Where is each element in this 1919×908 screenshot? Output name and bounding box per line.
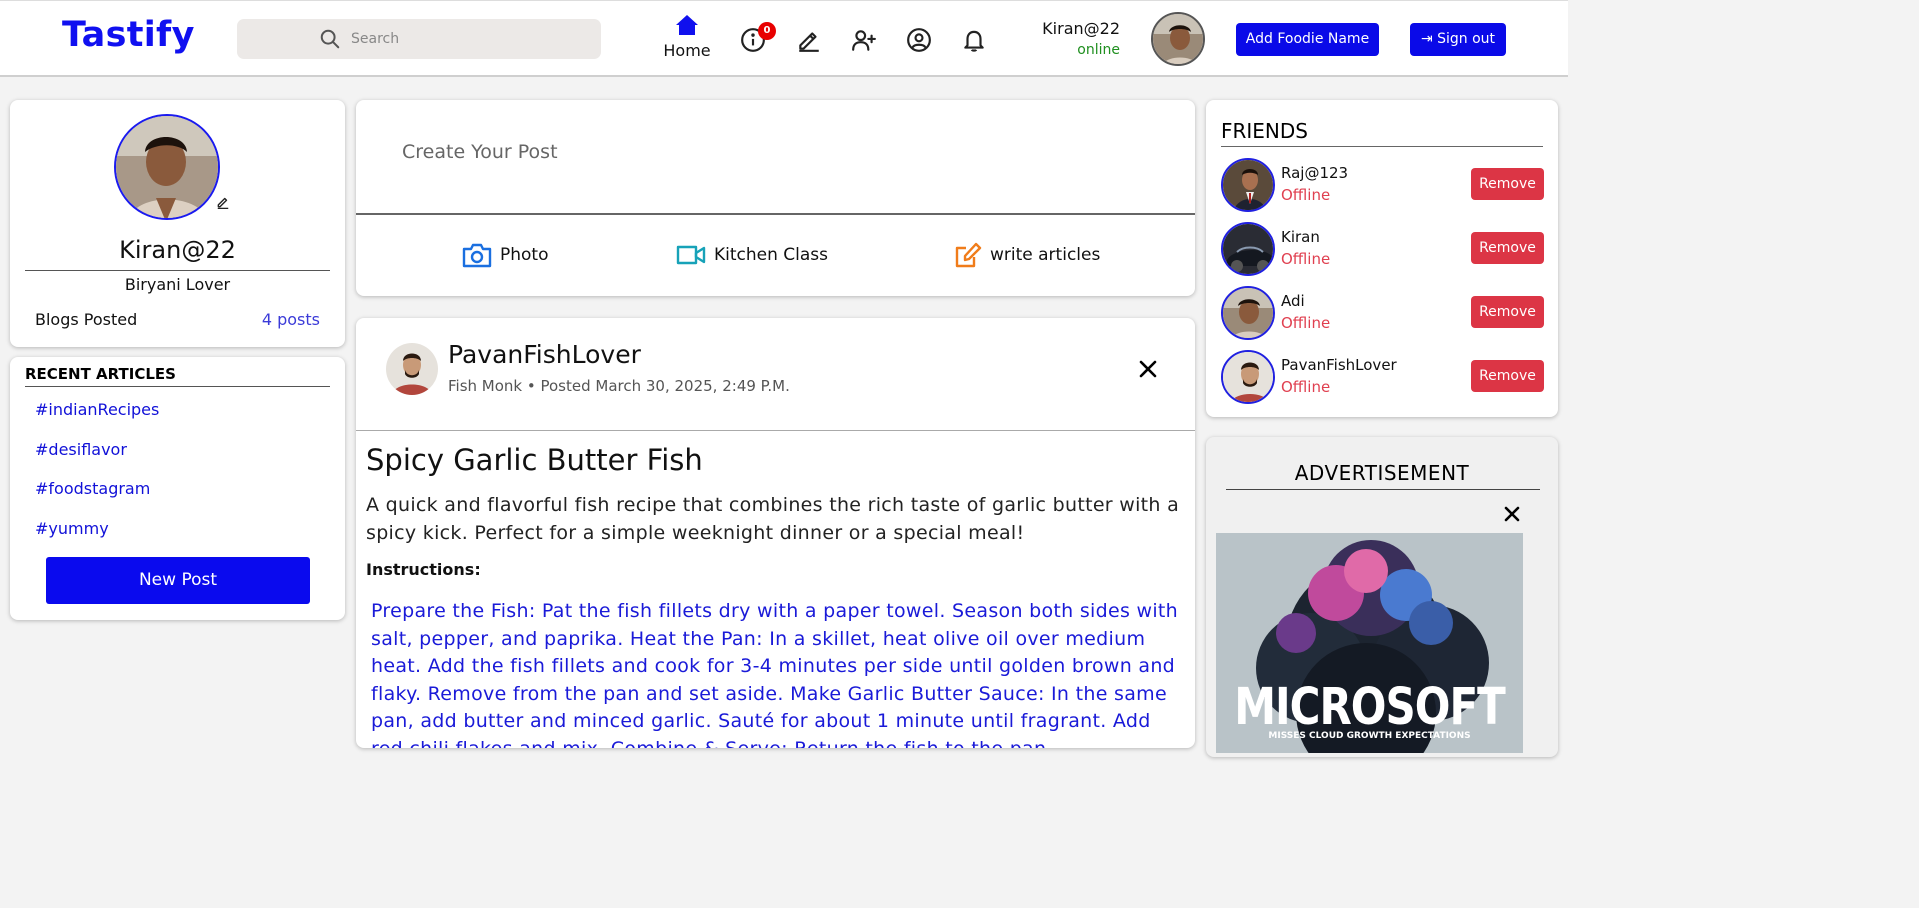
create-post-input[interactable]: Create Your Post <box>402 141 558 163</box>
create-post-divider <box>356 213 1195 215</box>
friend-avatar[interactable] <box>1221 158 1275 212</box>
search-bar[interactable] <box>237 19 601 59</box>
home-icon <box>676 15 698 35</box>
friend-status: Offline <box>1281 250 1331 268</box>
video-icon <box>676 245 706 265</box>
friends-title: FRIENDS <box>1221 119 1308 143</box>
close-icon[interactable] <box>1137 358 1159 380</box>
avatar[interactable] <box>1151 12 1205 66</box>
top-navbar: Tastify Home 0 Kiran@22 online Add Foodi… <box>0 0 1568 77</box>
friends-card: FRIENDS Raj@123 Offline Remove Kiran Off… <box>1206 100 1558 417</box>
friend-avatar[interactable] <box>1221 222 1275 276</box>
friend-item: PavanFishLover Offline Remove <box>1221 350 1544 406</box>
profile-divider <box>25 270 330 271</box>
friend-name: Raj@123 <box>1281 164 1349 182</box>
instructions-text: Prepare the Fish: Pat the fish fillets d… <box>371 600 1179 748</box>
recent-articles-title: RECENT ARTICLES <box>25 365 176 383</box>
search-icon <box>320 29 340 49</box>
remove-friend-button[interactable]: Remove <box>1471 168 1544 200</box>
friend-status: Offline <box>1281 186 1331 204</box>
friend-item: Kiran Offline Remove <box>1221 222 1544 278</box>
post-description: A quick and flavorful fish recipe that c… <box>366 494 1180 544</box>
profile-name: Kiran@22 <box>119 236 236 264</box>
sign-out-label: Sign out <box>1437 31 1496 47</box>
notification-badge: 0 <box>758 22 776 40</box>
profile-tagline: Biryani Lover <box>124 275 231 294</box>
bell-icon[interactable] <box>961 27 987 53</box>
edit-icon <box>955 242 982 268</box>
article-tag-link[interactable]: #yummy <box>35 519 109 538</box>
posts-count-link[interactable]: 4 posts <box>262 310 320 329</box>
advertisement-subline: MISSES CLOUD GROWTH EXPECTATIONS <box>1268 731 1471 741</box>
recent-articles-card: RECENT ARTICLES #indianRecipes #desiflav… <box>10 357 345 620</box>
advertisement-headline: MICROSOFT <box>1234 677 1506 736</box>
kitchen-class-action-label: Kitchen Class <box>714 245 829 265</box>
current-user-status: online <box>1077 42 1120 58</box>
kitchen-class-action[interactable]: Kitchen Class <box>676 240 828 270</box>
sign-out-icon: ⇥ <box>1420 31 1433 47</box>
friend-avatar[interactable] <box>1221 286 1275 340</box>
advertisement-image[interactable]: MICROSOFT MISSES CLOUD GROWTH EXPECTATIO… <box>1216 533 1523 753</box>
friend-name: Kiran <box>1281 228 1320 246</box>
post-author-name[interactable]: PavanFishLover <box>448 340 641 369</box>
recent-articles-divider <box>25 386 330 387</box>
article-tag-link[interactable]: #foodstagram <box>35 479 150 498</box>
search-input[interactable] <box>351 19 581 59</box>
post-divider <box>356 430 1195 431</box>
photo-action-label: Photo <box>500 245 549 265</box>
edit-avatar-icon[interactable] <box>216 195 230 209</box>
profile-avatar[interactable] <box>114 114 220 220</box>
post-card: PavanFishLover Fish Monk • Posted March … <box>356 318 1195 748</box>
remove-friend-button[interactable]: Remove <box>1471 296 1544 328</box>
advertisement-card: ADVERTISEMENT MICROSOFT MISSES CLOUD GRO… <box>1206 437 1558 757</box>
blogs-posted-label: Blogs Posted <box>35 310 138 329</box>
new-post-button[interactable]: New Post <box>46 557 310 604</box>
friend-status: Offline <box>1281 314 1331 332</box>
profile-icon[interactable] <box>906 27 932 53</box>
profile-card: Kiran@22 Biryani Lover Blogs Posted 4 po… <box>10 100 345 347</box>
add-foodie-button[interactable]: Add Foodie Name <box>1236 23 1379 56</box>
post-meta: Fish Monk • Posted March 30, 2025, 2:49 … <box>448 377 790 395</box>
add-friend-icon[interactable] <box>851 27 877 53</box>
sign-out-button[interactable]: ⇥ Sign out <box>1410 23 1506 56</box>
friend-item: Adi Offline Remove <box>1221 286 1544 342</box>
remove-friend-button[interactable]: Remove <box>1471 232 1544 264</box>
camera-icon <box>462 243 492 268</box>
photo-action[interactable]: Photo <box>462 240 549 270</box>
write-articles-action-label: write articles <box>990 245 1101 265</box>
create-post-card: Create Your Post Photo Kitchen Class wri… <box>356 100 1195 296</box>
post-author-avatar[interactable] <box>386 343 438 395</box>
friend-name: Adi <box>1281 292 1305 310</box>
friend-status: Offline <box>1281 378 1331 396</box>
brand-logo[interactable]: Tastify <box>62 15 195 55</box>
advertisement-divider <box>1226 489 1540 490</box>
pencil-icon[interactable] <box>796 27 822 53</box>
remove-friend-button[interactable]: Remove <box>1471 360 1544 392</box>
advertisement-title: ADVERTISEMENT <box>1294 461 1470 485</box>
friend-item: Raj@123 Offline Remove <box>1221 158 1544 214</box>
current-user-name: Kiran@22 <box>1042 19 1120 38</box>
nav-home[interactable]: Home <box>660 14 714 60</box>
post-title: Spicy Garlic Butter Fish <box>366 443 703 477</box>
write-articles-action[interactable]: write articles <box>954 240 1100 270</box>
article-tag-link[interactable]: #desiflavor <box>35 440 127 459</box>
friend-name: PavanFishLover <box>1281 356 1397 374</box>
nav-home-label: Home <box>663 41 711 60</box>
friend-avatar[interactable] <box>1221 350 1275 404</box>
close-icon[interactable] <box>1502 504 1522 524</box>
instructions-heading: Instructions: <box>366 560 481 579</box>
friends-divider <box>1221 146 1543 147</box>
article-tag-link[interactable]: #indianRecipes <box>35 400 159 419</box>
